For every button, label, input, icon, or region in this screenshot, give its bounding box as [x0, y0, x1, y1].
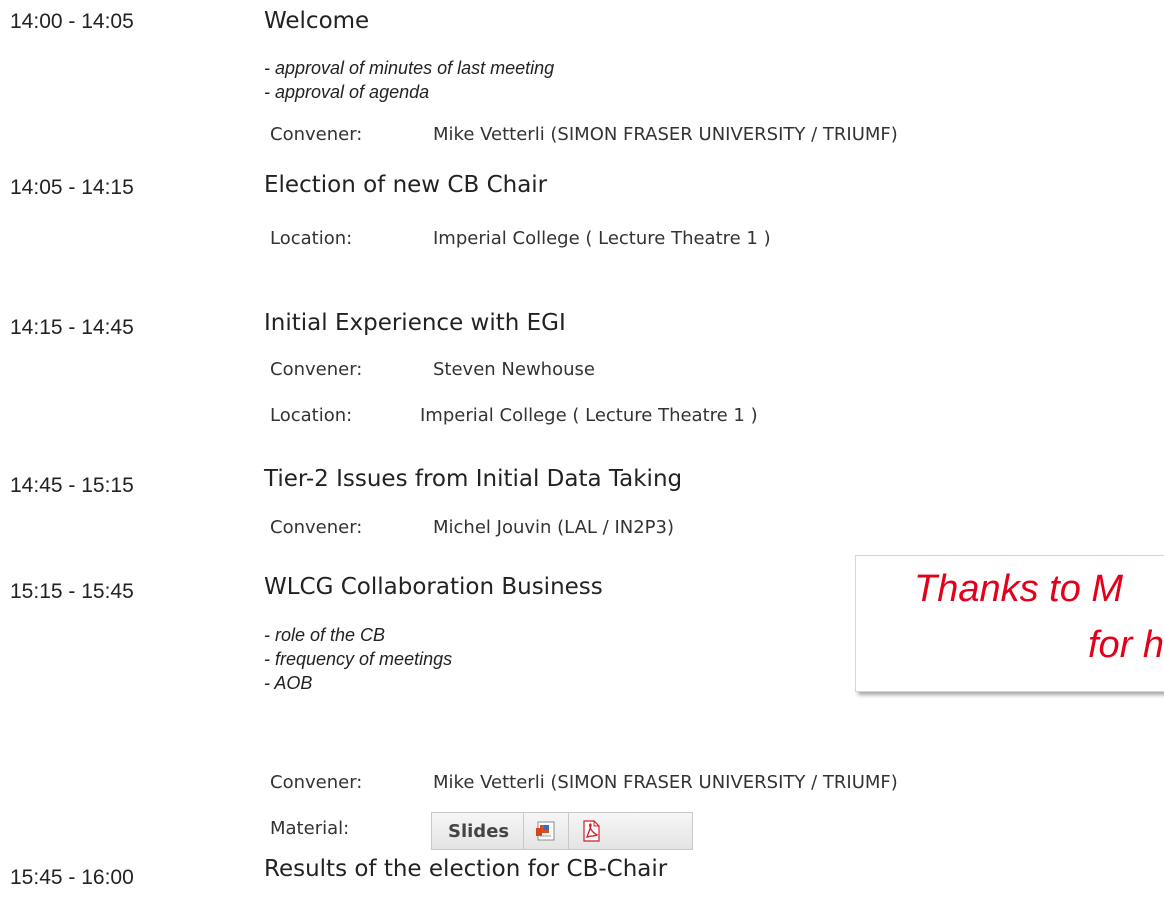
location-row: Location: Imperial College ( Lecture Thea… [270, 405, 758, 426]
thanks-callout: Thanks to M for h [855, 555, 1164, 692]
session-time: 15:15 - 15:45 [10, 580, 134, 603]
material-label: Material: [270, 818, 350, 839]
material-row: Material: [270, 818, 349, 839]
convener-label: Convener: [270, 124, 363, 145]
session-time: 14:15 - 14:45 [10, 316, 134, 339]
convener-name: Michel Jouvin (LAL / IN2P3) [433, 517, 675, 538]
session-time: 14:05 - 14:15 [10, 176, 134, 199]
description-line: - frequency of meetings [264, 649, 453, 669]
convener-label: Convener: [270, 359, 363, 380]
description-line: - role of the CB [264, 625, 386, 645]
callout-line-2: for h [1088, 624, 1164, 666]
slides-material: Slides [431, 812, 693, 850]
callout-line-1: Thanks to M [914, 568, 1124, 610]
description-line: - AOB [264, 673, 313, 693]
location-value: Imperial College ( Lecture Theatre 1 ) [433, 228, 771, 249]
session-title[interactable]: Initial Experience with EGI [264, 310, 566, 336]
powerpoint-icon[interactable] [523, 813, 568, 849]
session-time: 15:45 - 16:00 [10, 866, 134, 889]
session-description: - role of the CB - frequency of meetings… [264, 623, 452, 695]
session-description: - approval of minutes of last meeting - … [264, 56, 554, 104]
session-title[interactable]: Election of new CB Chair [264, 172, 547, 198]
convener-name: Mike Vetterli (SIMON FRASER UNIVERSITY /… [433, 772, 898, 793]
convener-label: Convener: [270, 772, 363, 793]
location-label: Location: [270, 228, 353, 249]
convener-name: Steven Newhouse [433, 359, 595, 380]
convener-row: Convener: Mike Vetterli (SIMON FRASER UNI… [270, 772, 898, 793]
location-value: Imperial College ( Lecture Theatre 1 ) [420, 405, 758, 426]
session-time: 14:45 - 15:15 [10, 474, 134, 497]
session-title[interactable]: Results of the election for CB-Chair [264, 856, 667, 882]
convener-row: Convener: Steven Newhouse [270, 359, 595, 380]
description-line: - approval of minutes of last meeting [264, 58, 555, 78]
convener-label: Convener: [270, 517, 363, 538]
convener-row: Convener: Michel Jouvin (LAL / IN2P3) [270, 517, 674, 538]
session-title[interactable]: WLCG Collaboration Business [264, 574, 603, 600]
session-title[interactable]: Tier-2 Issues from Initial Data Taking [264, 466, 682, 492]
convener-name: Mike Vetterli (SIMON FRASER UNIVERSITY /… [433, 124, 898, 145]
slides-button[interactable]: Slides [432, 821, 523, 842]
description-line: - approval of agenda [264, 82, 430, 102]
pdf-icon[interactable] [568, 813, 613, 849]
session-title[interactable]: Welcome [264, 8, 369, 34]
convener-row: Convener: Mike Vetterli (SIMON FRASER UNI… [270, 124, 898, 145]
location-row: Location: Imperial College ( Lecture Thea… [270, 228, 771, 249]
location-label: Location: [270, 405, 353, 426]
session-time: 14:00 - 14:05 [10, 10, 134, 33]
